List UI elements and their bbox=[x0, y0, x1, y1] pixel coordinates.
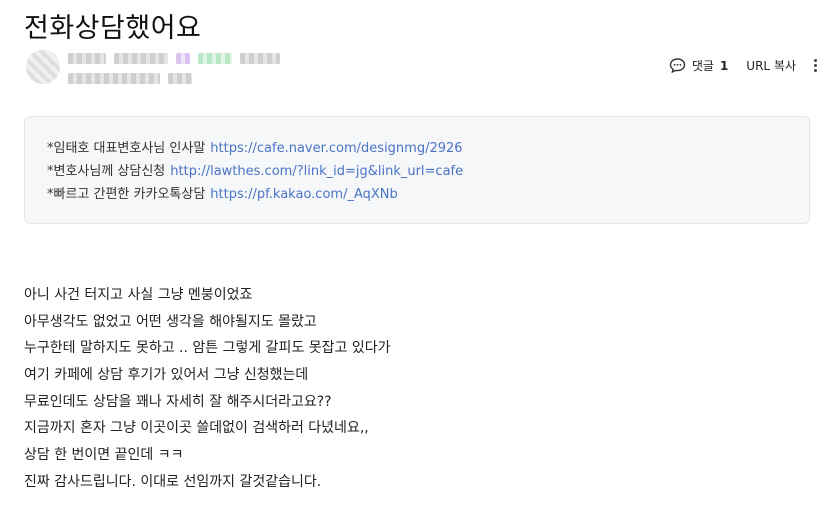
info-line-kakao: *빠르고 간편한 카카오톡상담 https://pf.kakao.com/_AqX… bbox=[47, 183, 787, 206]
body-line: 상담 한 번이면 끝인데 ㅋㅋ bbox=[24, 447, 184, 464]
author-level-blurred bbox=[240, 52, 280, 64]
post-date-blurred bbox=[68, 72, 160, 84]
info-label: *임태호 대표변호사님 인사말 bbox=[47, 141, 206, 156]
greeting-link[interactable]: https://cafe.naver.com/designmg/2926 bbox=[210, 141, 462, 156]
body-line: 누구한테 말하지도 못하고 .. 암튼 그렇게 갈피도 못잡고 있다가 bbox=[24, 340, 391, 357]
body-line: 여기 카페에 상담 후기가 있어서 그냥 신청했는데 bbox=[24, 367, 309, 384]
info-box: *임태호 대표변호사님 인사말 https://cafe.naver.com/de… bbox=[24, 116, 810, 224]
info-label: *변호사님께 상담신청 bbox=[47, 164, 166, 179]
chat-badge-blurred[interactable] bbox=[198, 52, 232, 64]
author-meta bbox=[68, 48, 280, 88]
post-toolbar: 댓글 1 URL 복사 bbox=[669, 57, 821, 74]
body-line: 진짜 감사드립니다. 이대로 선임까지 갈것같습니다. bbox=[24, 473, 322, 490]
url-copy-button[interactable]: URL 복사 bbox=[746, 57, 796, 74]
body-line: 아무생각도 없었고 어떤 생각을 해야될지도 몰랐고 bbox=[24, 313, 317, 330]
comment-icon bbox=[669, 58, 686, 74]
body-line: 아니 사건 터지고 사실 그냥 멘붕이었죠 bbox=[24, 287, 253, 303]
more-options-icon[interactable] bbox=[810, 57, 821, 74]
consult-link[interactable]: http://lawthes.com/?link_id=jg&link_url=… bbox=[170, 164, 463, 179]
info-line-consult: *변호사님께 상담신청 http://lawthes.com/?link_id=j… bbox=[47, 160, 787, 183]
comment-button[interactable]: 댓글 1 bbox=[669, 57, 728, 74]
author-avatar[interactable] bbox=[26, 50, 60, 84]
author-nickname-blurred[interactable] bbox=[68, 52, 106, 64]
comment-count: 1 bbox=[719, 58, 729, 73]
author-grade-blurred bbox=[114, 52, 168, 64]
view-count-blurred bbox=[168, 72, 192, 84]
kakao-link[interactable]: https://pf.kakao.com/_AqXNb bbox=[210, 187, 397, 202]
body-line: 지금까지 혼자 그냥 이곳이곳 쓸데없이 검색하러 다녔네요,, bbox=[24, 420, 369, 437]
info-label: *빠르고 간편한 카카오톡상담 bbox=[47, 187, 206, 202]
post-title: 전화상담했어요 bbox=[24, 13, 202, 44]
comment-label: 댓글 bbox=[691, 59, 714, 73]
info-line-greeting: *임태호 대표변호사님 인사말 https://cafe.naver.com/de… bbox=[47, 137, 787, 160]
post-body: 아니 사건 터지고 사실 그냥 멘붕이었죠 아무생각도 없었고 어떤 생각을 해… bbox=[24, 282, 391, 496]
member-badge-blurred bbox=[176, 52, 190, 64]
body-line: 무료인데도 상담을 꽤나 자세히 잘 해주시더라고요?? bbox=[24, 393, 332, 410]
